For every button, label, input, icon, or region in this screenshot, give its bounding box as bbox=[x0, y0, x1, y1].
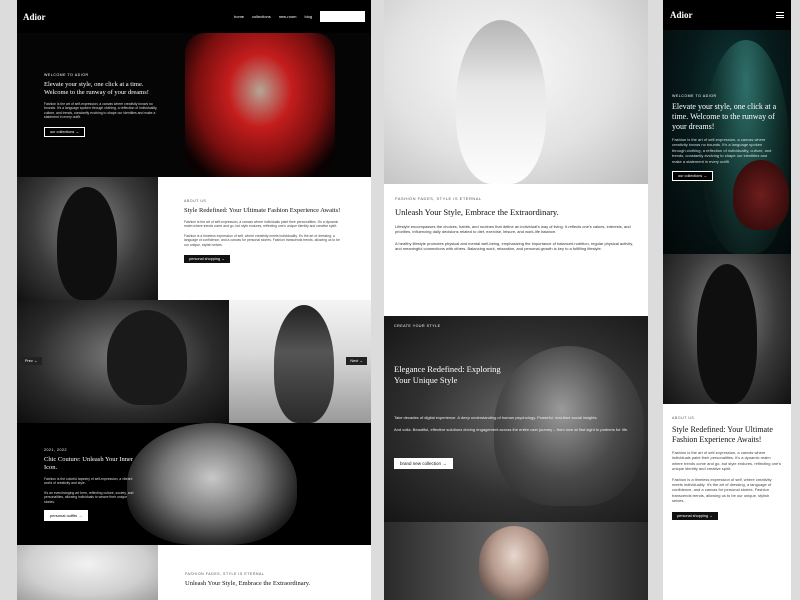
about-paragraph-1: Fashion is the art of self-expression, a… bbox=[184, 220, 339, 229]
personal-shopping-button[interactable]: personal shopping → bbox=[184, 255, 230, 264]
mobile-hero-eyebrow: WELCOME TO ADIOR bbox=[672, 94, 717, 98]
mobile-hero-text: WELCOME TO ADIOR Elevate your style, one… bbox=[672, 94, 784, 182]
mobile-seated-figure-shape bbox=[697, 264, 757, 404]
lifestyle-preview-photo bbox=[17, 545, 158, 600]
lifestyle-paragraph-2: A healthy lifestyle promotes physical an… bbox=[395, 240, 634, 252]
about-model-photo bbox=[17, 177, 158, 300]
lifestyle-preview-text: FASHION FADES, STYLE IS ETERNAL Unleash … bbox=[158, 545, 371, 600]
hero-body: Fashion is the art of self-expression, a… bbox=[44, 102, 158, 120]
nav-link-home[interactable]: home bbox=[234, 14, 244, 19]
nav-link-blog[interactable]: blog bbox=[305, 14, 313, 19]
hero-model-photo bbox=[185, 33, 335, 177]
mobile-about-eyebrow: ABOUT US bbox=[672, 416, 695, 420]
mobile-about-photo bbox=[663, 254, 791, 404]
desktop-page-column: Adior home collections new-room blog pur… bbox=[17, 0, 371, 600]
mobile-about-paragraph-1: Fashion is the art of self-expression, a… bbox=[672, 450, 782, 472]
chic-couture-section: 2021, 2022 Chic Couture: Unleash Your In… bbox=[17, 423, 371, 545]
create-text-block: CREATE YOUR STYLE Elegance Redefined: Ex… bbox=[394, 324, 634, 470]
mobile-hero-section: WELCOME TO ADIOR Elevate your style, one… bbox=[663, 30, 791, 254]
mobile-navbar: Adior bbox=[663, 0, 791, 30]
lifestyle-title: Unleash Your Style, Embrace the Extraord… bbox=[395, 207, 559, 217]
chic-title: Chic Couture: Unleash Your Inner Icon. bbox=[44, 456, 134, 471]
chair-figure-shape bbox=[107, 310, 187, 405]
bottom-portrait-photo bbox=[384, 522, 648, 600]
hat-figure-shape bbox=[274, 305, 334, 423]
chic-text-block: 2021, 2022 Chic Couture: Unleash Your In… bbox=[44, 448, 136, 522]
lifestyle-preview-eyebrow: FASHION FADES, STYLE IS ETERNAL bbox=[185, 572, 265, 576]
about-title: Style Redefined: Your Ultimate Fashion E… bbox=[184, 207, 341, 214]
brand-logo[interactable]: Adior bbox=[23, 12, 46, 22]
about-paragraph-2: Fashion is a timeless expression of self… bbox=[184, 233, 340, 247]
chic-model-photo bbox=[127, 423, 297, 545]
seated-figure-shape bbox=[57, 187, 117, 300]
hamburger-menu-icon[interactable] bbox=[776, 12, 784, 18]
portrait-photo-white bbox=[384, 0, 648, 184]
mobile-our-collections-button[interactable]: our collections → bbox=[672, 171, 714, 182]
hero-section: WELCOME TO ADIOR Elevate your style, one… bbox=[17, 33, 371, 177]
mobile-about-block: ABOUT US Style Redefined: Your Ultimate … bbox=[663, 404, 791, 600]
hero-eyebrow: WELCOME TO ADIOR bbox=[44, 73, 89, 77]
top-navbar: Adior home collections new-room blog pur… bbox=[17, 0, 371, 33]
about-eyebrow: ABOUT US bbox=[184, 199, 207, 203]
mobile-personal-shopping-button[interactable]: personal shopping → bbox=[672, 511, 718, 520]
mobile-brand-logo[interactable]: Adior bbox=[670, 10, 693, 20]
nav-link-collections[interactable]: collections bbox=[252, 14, 271, 19]
portrait-figure-shape bbox=[456, 20, 546, 184]
chic-eyebrow: 2021, 2022 bbox=[44, 448, 67, 452]
about-text-block: ABOUT US Style Redefined: Your Ultimate … bbox=[158, 177, 371, 300]
create-paragraph-2: And voilà. Beautiful, effective solution… bbox=[394, 426, 629, 432]
mobile-hero-title: Elevate your style, one click at a time.… bbox=[672, 102, 777, 131]
create-eyebrow: CREATE YOUR STYLE bbox=[394, 324, 441, 328]
nav-links: home collections new-room blog purchase … bbox=[234, 11, 365, 22]
chic-paragraph-1: Fashion is the colorful tapestry of self… bbox=[44, 477, 133, 486]
lifestyle-text-block: FASHION FADES, STYLE IS ETERNAL Unleash … bbox=[384, 184, 648, 316]
mobile-page-column: Adior WELCOME TO ADIOR Elevate your styl… bbox=[663, 0, 791, 600]
hero-title: Elevate your style, one click at a time.… bbox=[44, 81, 149, 96]
lifestyle-preview-title: Unleash Your Style, Embrace the Extraord… bbox=[185, 580, 311, 587]
gallery-prev-button[interactable]: Prev ← bbox=[21, 357, 42, 365]
brand-new-collection-button[interactable]: brand new collection → bbox=[394, 458, 453, 470]
hero-text-block: WELCOME TO ADIOR Elevate your style, one… bbox=[44, 73, 164, 138]
gallery-next-button[interactable]: Next → bbox=[346, 357, 367, 365]
mobile-about-paragraph-2: Fashion is a timeless expression of self… bbox=[672, 476, 772, 504]
mobile-hero-body: Fashion is the art of self-expression, a… bbox=[672, 137, 772, 164]
our-collections-button[interactable]: our collections → bbox=[44, 126, 86, 137]
gallery-photo-hat: Next → bbox=[229, 300, 371, 423]
create-paragraph-1: Take decades of digital experience. A de… bbox=[394, 415, 598, 420]
create-style-section: CREATE YOUR STYLE Elegance Redefined: Ex… bbox=[384, 316, 648, 522]
lifestyle-eyebrow: FASHION FADES, STYLE IS ETERNAL bbox=[395, 196, 482, 201]
bottom-face-shape bbox=[479, 526, 549, 600]
gallery-photo-chair: Prev ← bbox=[17, 300, 229, 423]
lifestyle-paragraph-1: Lifestyle encompasses the choices, habit… bbox=[395, 223, 631, 235]
nav-link-new-room[interactable]: new-room bbox=[279, 14, 297, 19]
personal-outfits-button[interactable]: personal outfits → bbox=[44, 510, 89, 522]
create-title: Elegance Redefined: Exploring Your Uniqu… bbox=[394, 364, 501, 385]
scrolled-page-column: FASHION FADES, STYLE IS ETERNAL Unleash … bbox=[384, 0, 648, 600]
mobile-about-title: Style Redefined: Your Ultimate Fashion E… bbox=[672, 425, 773, 444]
purchase-template-button[interactable]: purchase template bbox=[320, 11, 365, 22]
chic-paragraph-2: It's an everchanging art form, reflectin… bbox=[44, 490, 134, 504]
